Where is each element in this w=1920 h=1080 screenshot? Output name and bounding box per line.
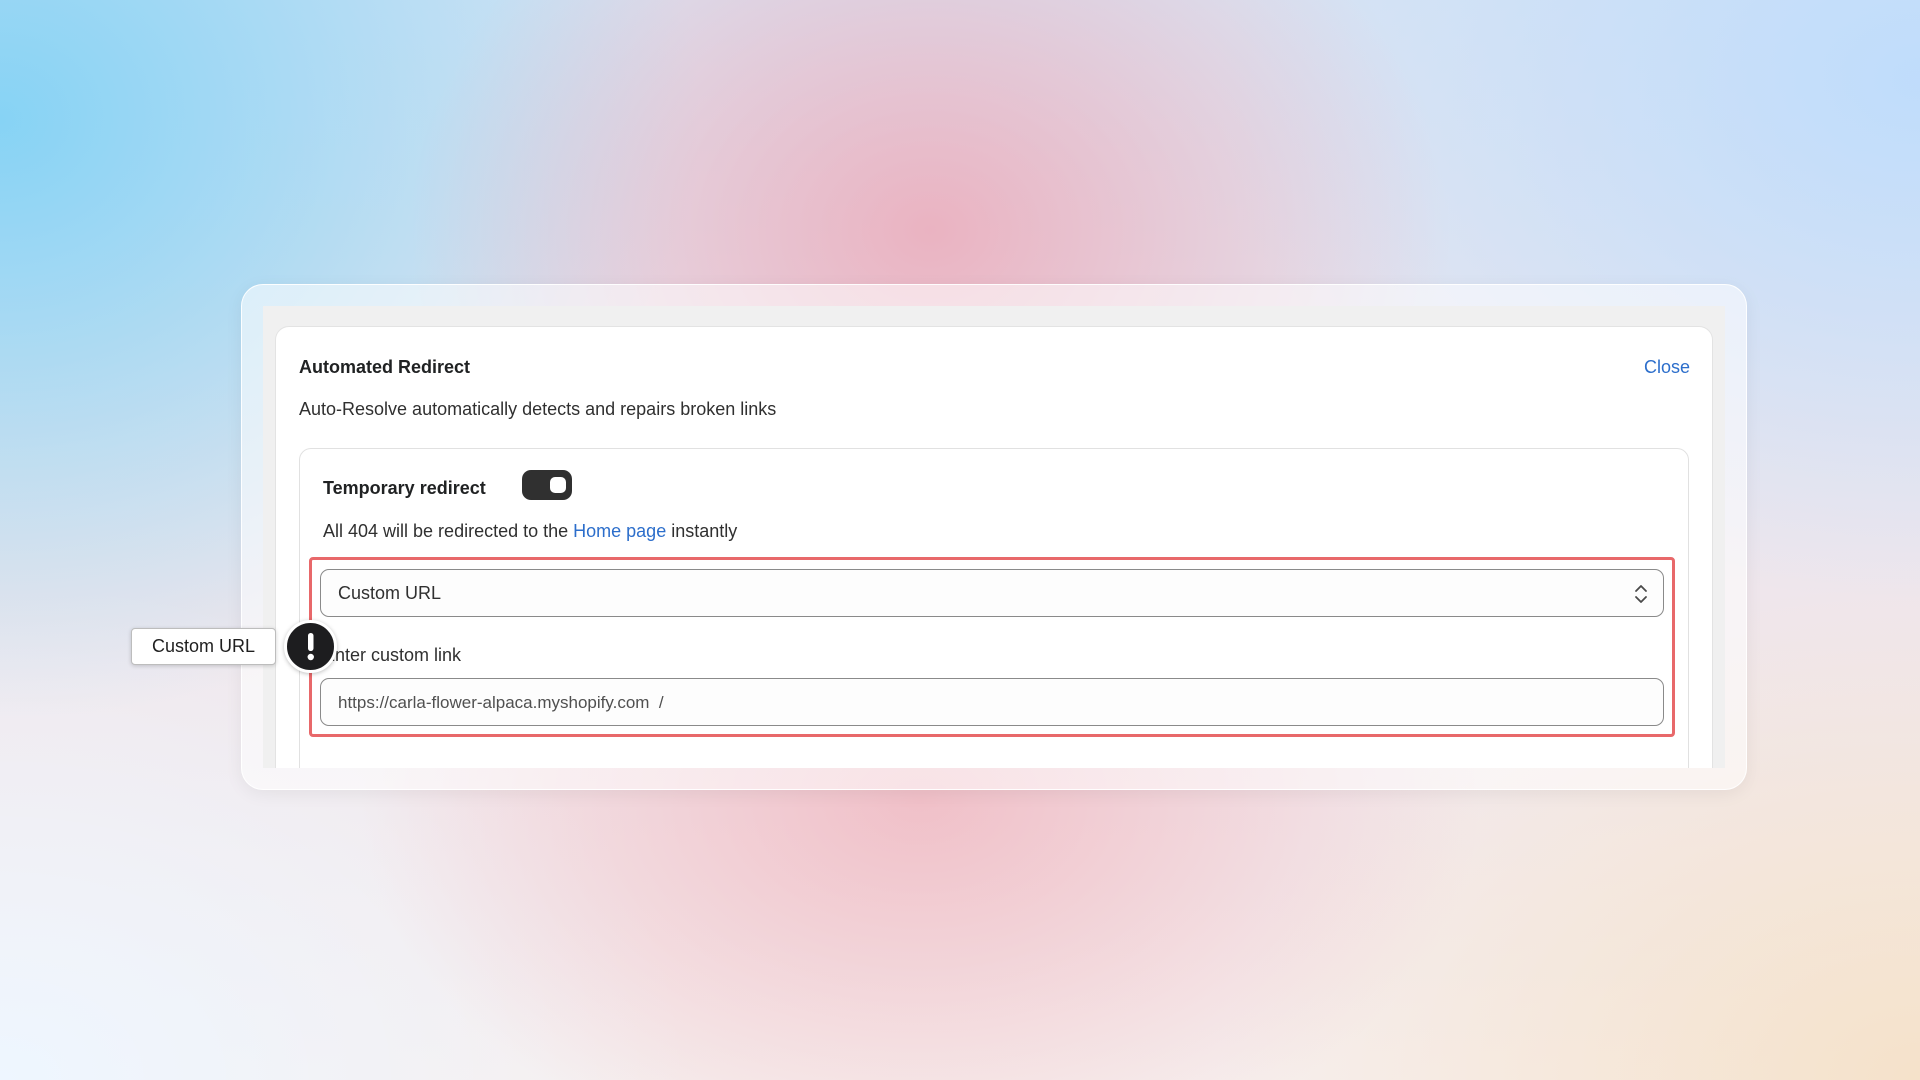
description-suffix: instantly — [666, 521, 738, 541]
select-value: Custom URL — [338, 583, 442, 603]
modal-title: Automated Redirect — [299, 357, 471, 377]
toggle-knob — [550, 477, 566, 493]
custom-link-label: Enter custom link — [323, 645, 462, 665]
temporary-redirect-card: Temporary redirect All 404 will be redir… — [299, 448, 1689, 768]
temporary-redirect-toggle[interactable] — [522, 470, 572, 500]
modal-subtitle: Auto-Resolve automatically detects and r… — [299, 399, 777, 419]
redirect-target-select[interactable]: Custom URL — [320, 569, 1664, 617]
redirect-description: All 404 will be redirected to the Home p… — [323, 521, 737, 542]
close-button[interactable]: Close — [1644, 357, 1690, 378]
custom-link-input[interactable]: https://carla-flower-alpaca.myshopify.co… — [320, 678, 1664, 726]
modal-backdrop: Automated Redirect Close Auto-Resolve au… — [263, 306, 1725, 768]
custom-url-tooltip: Custom URL — [131, 628, 276, 665]
custom-link-value: https://carla-flower-alpaca.myshopify.co… — [338, 693, 664, 712]
automated-redirect-modal: Automated Redirect Close Auto-Resolve au… — [275, 326, 1713, 768]
exclamation-icon — [284, 620, 337, 673]
temporary-redirect-title: Temporary redirect — [323, 478, 486, 498]
chevron-up-down-icon — [1633, 582, 1649, 606]
description-prefix: All 404 will be redirected to the — [323, 521, 574, 541]
home-page-link[interactable]: Home page — [573, 521, 666, 541]
